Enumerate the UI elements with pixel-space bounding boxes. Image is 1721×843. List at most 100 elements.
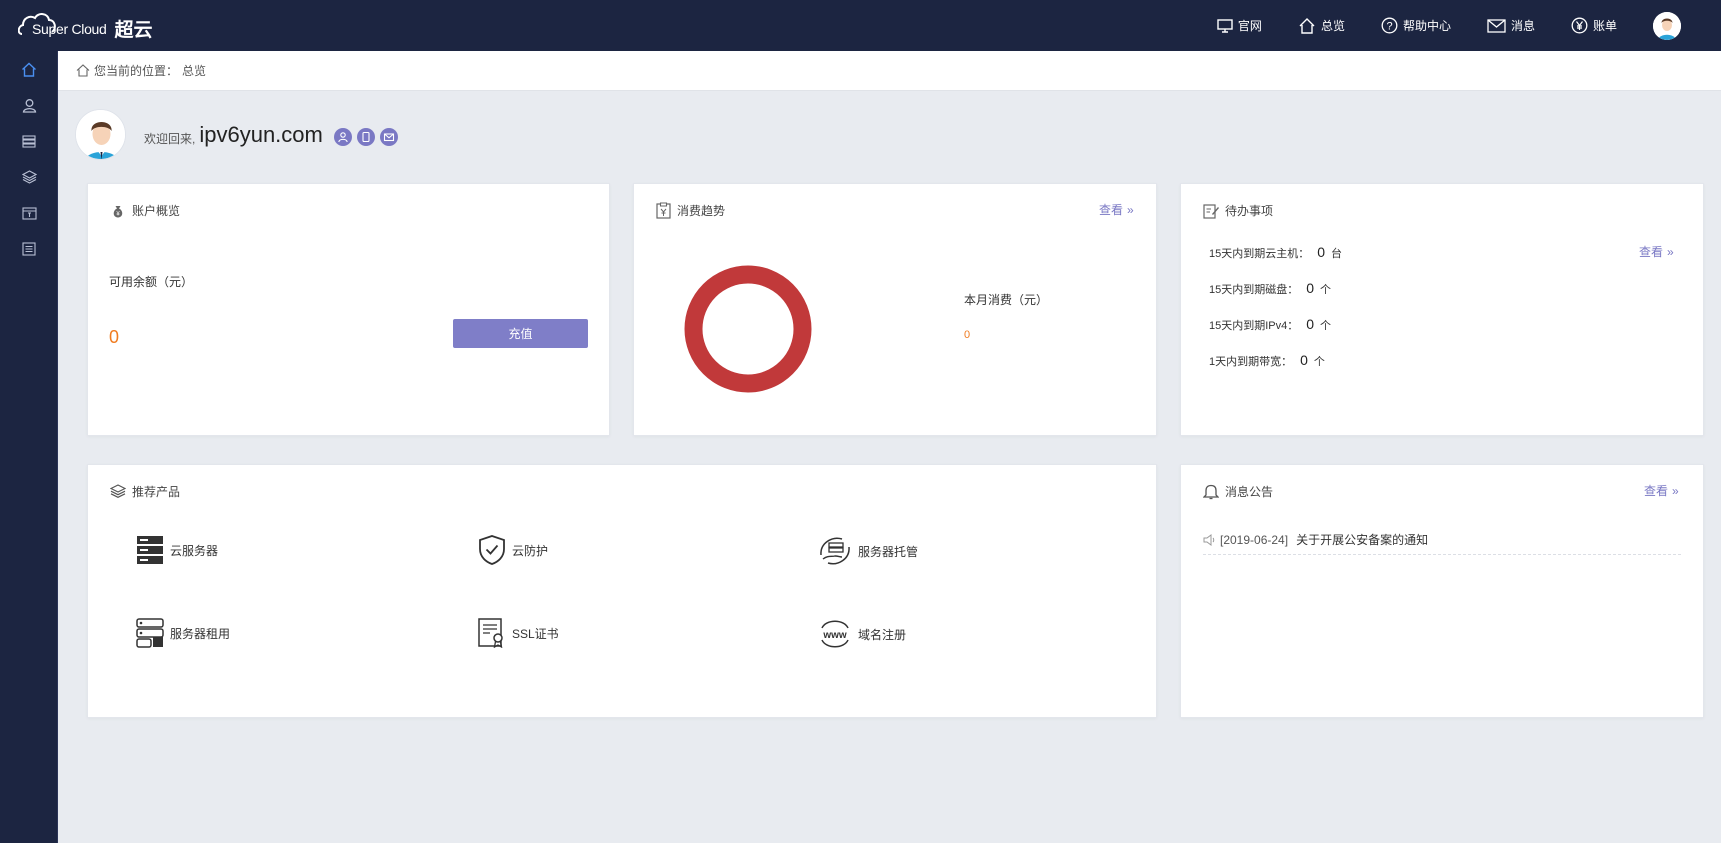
nav-label: 总览: [1320, 19, 1345, 33]
verification-badges: [329, 127, 398, 146]
notice-date: [2019-06-24]: [1220, 532, 1289, 547]
product-label: 云服务器: [170, 543, 219, 558]
sidebar-item-overview[interactable]: [0, 51, 58, 87]
email-badge[interactable]: [379, 127, 398, 146]
product-server-hosting[interactable]: 服务器托管: [818, 535, 918, 567]
welcome-prefix: 欢迎回来,: [144, 132, 196, 146]
breadcrumb: 您当前的位置： 总览: [58, 51, 1721, 91]
server-icon: [22, 134, 36, 148]
yen-icon: [1571, 17, 1588, 34]
card-title-text: 消息公告: [1225, 485, 1274, 499]
card-title: 消费趋势: [656, 202, 725, 219]
nav-label: 消息: [1510, 19, 1535, 33]
sidebar-item-servers[interactable]: [0, 123, 58, 159]
phone-badge[interactable]: [356, 127, 375, 146]
sidebar-item-orders[interactable]: [0, 231, 58, 267]
todo-count[interactable]: 0: [1306, 316, 1314, 332]
nav-label: 账单: [1592, 19, 1617, 33]
product-label: 服务器租用: [170, 626, 231, 641]
home-icon: [22, 62, 36, 77]
product-label: 云防护: [512, 543, 549, 558]
view-link-label: 查看: [1644, 484, 1669, 498]
mail-icon: [383, 132, 394, 141]
card-title: 待办事项: [1203, 202, 1273, 219]
todo-unit: 台: [1331, 248, 1343, 260]
sidebar-item-products[interactable]: [0, 159, 58, 195]
month-consumption-value: 0: [964, 329, 971, 341]
product-domain-registration[interactable]: www 域名注册: [818, 618, 906, 650]
trend-view-link[interactable]: 查看»: [1099, 201, 1134, 218]
product-server-rental[interactable]: 服务器租用: [136, 618, 230, 648]
card-title-text: 消费趋势: [677, 204, 726, 218]
identity-badge[interactable]: [333, 127, 352, 146]
home-icon: [1299, 17, 1315, 34]
card-title-text: 推荐产品: [132, 485, 181, 499]
product-cloud-server[interactable]: 云服务器: [136, 535, 218, 565]
nav-messages[interactable]: 消息: [1487, 17, 1535, 34]
nav-overview[interactable]: 总览: [1298, 17, 1345, 34]
home-icon: [76, 64, 90, 77]
logo-cn-text: 超云: [114, 19, 153, 41]
todo-label: 15天内到期云主机：: [1209, 248, 1310, 260]
receipt-icon: [656, 202, 671, 219]
server-icon: [137, 536, 163, 564]
avatar[interactable]: [75, 109, 126, 160]
monitor-icon: [1217, 18, 1233, 33]
todo-label: 15天内到期IPv4：: [1209, 320, 1299, 332]
todo-unit: 个: [1313, 356, 1325, 368]
card-title: 推荐产品: [110, 483, 180, 500]
nav-official-site[interactable]: 官网: [1217, 17, 1262, 34]
sidebar-item-billing[interactable]: [0, 195, 58, 231]
todo-card: 待办事项 查看» 15天内到期云主机： 0 台 15天内到期磁盘： 0 个 15…: [1180, 183, 1704, 436]
notices-view-link[interactable]: 查看»: [1644, 482, 1679, 499]
todo-count[interactable]: 0: [1300, 352, 1308, 368]
certificate-icon: [478, 618, 503, 648]
avatar-icon: [1653, 11, 1681, 40]
balance-label: 可用余额（元）: [109, 275, 194, 289]
double-chevron-right-icon: »: [1667, 245, 1674, 259]
welcome-username: ipv6yun.com: [199, 121, 323, 147]
todo-row: 15天内到期云主机： 0 台: [1209, 244, 1342, 261]
consumption-trend-card: 消费趋势 查看» 本月消费（元） 0: [633, 183, 1157, 436]
www-icon: www: [821, 620, 849, 648]
account-overview-card: ¥ 账户概览 可用余额（元） 0 充值: [87, 183, 610, 436]
todo-view-link[interactable]: 查看»: [1639, 243, 1674, 260]
donut-ring: [684, 265, 812, 393]
notice-text: 关于开展公安备案的通知: [1296, 533, 1429, 547]
month-consumption-label: 本月消费（元）: [964, 293, 1049, 307]
todo-row: 15天内到期IPv4： 0 个: [1209, 316, 1331, 333]
notice-item[interactable]: [2019-06-24] 关于开展公安备案的通知: [1203, 525, 1681, 555]
rental-icon: [136, 618, 164, 648]
consumption-donut-chart: [684, 265, 812, 393]
product-label: 域名注册: [858, 627, 907, 642]
todo-unit: 个: [1320, 284, 1332, 296]
nav-help-center[interactable]: ? 帮助中心: [1381, 17, 1451, 34]
nav-label: 官网: [1237, 19, 1262, 33]
view-link-label: 查看: [1099, 203, 1124, 217]
logo[interactable]: Super Cloud 超云: [18, 8, 153, 42]
card-title-text: 待办事项: [1225, 204, 1274, 218]
product-label: SSL证书: [512, 626, 559, 641]
todo-unit: 个: [1320, 320, 1332, 332]
todo-count[interactable]: 0: [1317, 244, 1325, 260]
card-title: ¥ 账户概览: [110, 202, 180, 219]
todo-row: 15天内到期磁盘： 0 个: [1209, 280, 1331, 297]
nav-label: 帮助中心: [1402, 19, 1451, 33]
user-icon: [22, 98, 36, 113]
breadcrumb-current[interactable]: 总览: [182, 62, 206, 79]
nav-billing[interactable]: 账单: [1571, 17, 1617, 34]
product-cloud-protection[interactable]: 云防护: [478, 535, 548, 565]
sidebar-item-account[interactable]: [0, 87, 58, 123]
edit-note-icon: [1203, 203, 1219, 219]
shield-icon: [479, 535, 505, 565]
recommended-products-card: 推荐产品 云服务器 云防护 服务器托管 服务器租用 SSL证书 www 域名注册: [87, 464, 1157, 718]
todo-label: 1天内到期带宽：: [1209, 356, 1293, 368]
product-ssl-certificate[interactable]: SSL证书: [478, 618, 559, 648]
card-title: 消息公告: [1203, 483, 1273, 500]
product-label: 服务器托管: [858, 544, 919, 559]
avatar-icon: [76, 110, 125, 159]
user-avatar[interactable]: [1653, 11, 1681, 40]
sidebar: [0, 51, 58, 843]
todo-count[interactable]: 0: [1306, 280, 1314, 296]
recharge-button[interactable]: 充值: [453, 319, 588, 348]
